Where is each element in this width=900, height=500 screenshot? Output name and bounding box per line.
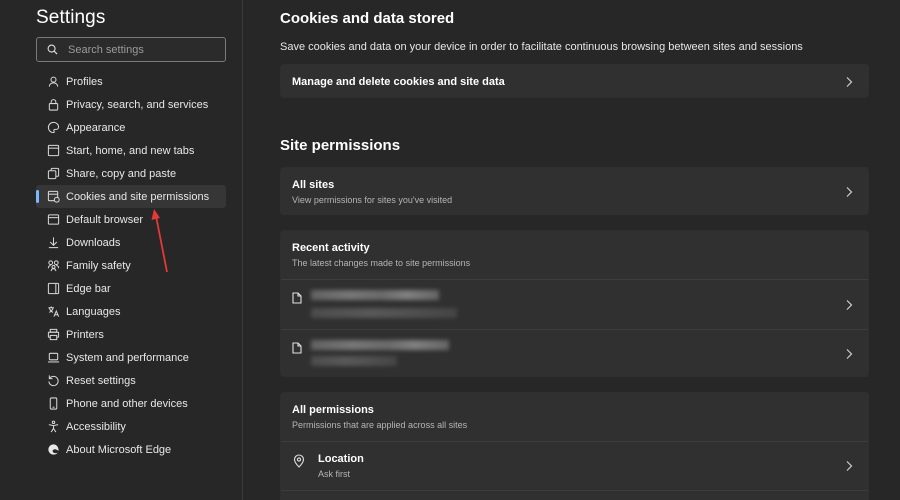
all-sites-row[interactable]: All sites View permissions for sites you… (281, 168, 868, 216)
recent-activity-item[interactable] (281, 330, 868, 378)
all-permissions-card: All permissions Permissions that are app… (280, 392, 869, 500)
nav-label: Printers (66, 328, 104, 341)
nav-item-phone-devices[interactable]: Phone and other devices (36, 392, 226, 415)
location-pin-icon (293, 454, 305, 468)
nav-item-system-performance[interactable]: System and performance (36, 346, 226, 369)
chevron-right-icon (846, 461, 853, 471)
nav-item-printers[interactable]: Printers (36, 323, 226, 346)
cookies-section-title: Cookies and data stored (280, 10, 455, 27)
redacted-site-detail (311, 308, 457, 318)
printer-icon (46, 328, 60, 342)
nav-label: Accessibility (66, 420, 126, 433)
edge-logo-icon (46, 443, 60, 457)
all-permissions-header: All permissions Permissions that are app… (281, 393, 868, 441)
manage-cookies-row[interactable]: Manage and delete cookies and site data (281, 65, 868, 99)
nav-label: System and performance (66, 351, 189, 364)
redacted-site-name (311, 340, 449, 350)
redacted-site-detail (311, 356, 397, 366)
document-icon (292, 292, 302, 304)
site-permissions-title: Site permissions (280, 137, 401, 154)
chevron-right-icon (846, 77, 853, 87)
all-permissions-title: All permissions (292, 404, 374, 416)
chevron-right-icon (846, 187, 853, 197)
all-sites-title: All sites (292, 179, 335, 191)
settings-sidebar: Settings Profiles Privacy, search, and s… (0, 0, 243, 500)
nav-label: Languages (66, 305, 121, 318)
manage-cookies-card: Manage and delete cookies and site data (280, 64, 869, 98)
redacted-site-name (311, 290, 439, 300)
all-sites-card: All sites View permissions for sites you… (280, 167, 869, 215)
nav-label: Phone and other devices (66, 397, 188, 410)
all-permissions-subtitle: Permissions that are applied across all … (292, 420, 468, 430)
annotation-arrow (151, 209, 168, 273)
nav-item-reset-settings[interactable]: Reset settings (36, 369, 226, 392)
location-permission-row[interactable]: Location Ask first (281, 442, 868, 490)
recent-activity-card: Recent activity The latest changes made … (280, 230, 869, 377)
accessibility-icon (46, 420, 60, 434)
nav-label: About Microsoft Edge (66, 443, 172, 456)
nav-item-accessibility[interactable]: Accessibility (36, 415, 226, 438)
languages-icon (46, 305, 60, 319)
recent-activity-item[interactable] (281, 280, 868, 329)
chevron-right-icon (846, 349, 853, 359)
location-title: Location (318, 453, 364, 465)
phone-icon (46, 397, 60, 411)
location-subtitle: Ask first (318, 469, 351, 479)
recent-activity-subtitle: The latest changes made to site permissi… (292, 258, 471, 268)
manage-cookies-label: Manage and delete cookies and site data (292, 76, 505, 88)
cookies-section-description: Save cookies and data on your device in … (280, 41, 803, 53)
all-sites-subtitle: View permissions for sites you've visite… (292, 195, 453, 205)
nav-item-languages[interactable]: Languages (36, 300, 226, 323)
laptop-icon (46, 351, 60, 365)
divider (281, 490, 868, 491)
nav-item-about-edge[interactable]: About Microsoft Edge (36, 438, 226, 461)
document-icon (292, 342, 302, 354)
recent-activity-header: Recent activity The latest changes made … (281, 231, 868, 279)
nav-label: Reset settings (66, 374, 136, 387)
recent-activity-title: Recent activity (292, 242, 370, 254)
main-content: Cookies and data stored Save cookies and… (244, 0, 900, 500)
chevron-right-icon (846, 299, 853, 310)
reset-icon (46, 374, 60, 388)
